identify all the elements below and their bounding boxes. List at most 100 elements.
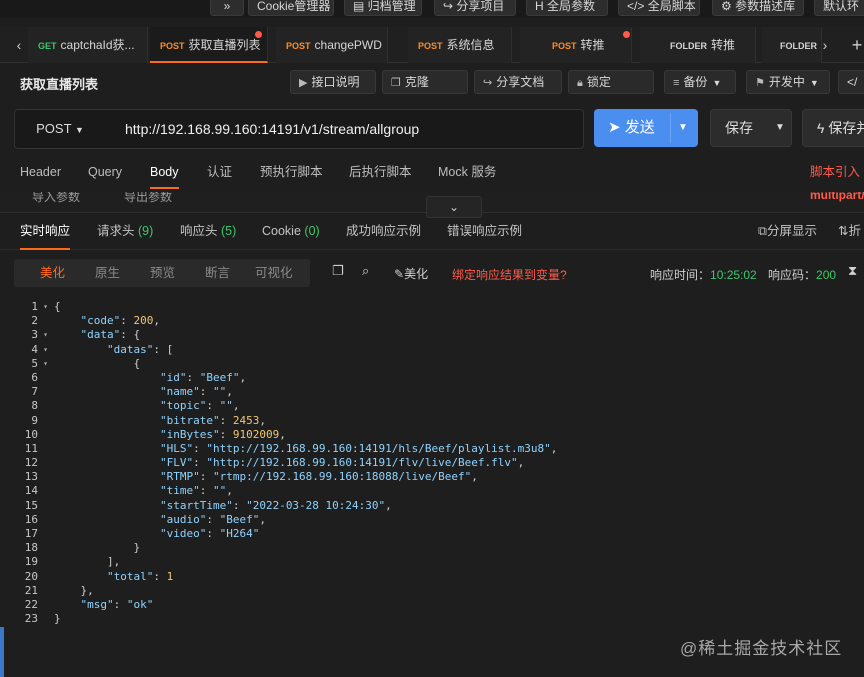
content-type[interactable]: multipart/ bbox=[810, 192, 864, 202]
method-select[interactable]: POST ▼ bbox=[15, 110, 105, 148]
share-icon: ↪ bbox=[483, 77, 493, 89]
beautify-button[interactable]: ✎美化 bbox=[394, 265, 428, 282]
caret-down-icon[interactable]: ▼ bbox=[775, 110, 785, 146]
tab-system-info[interactable]: POST 系统信息 bbox=[408, 27, 512, 63]
left-edge-indicator bbox=[0, 627, 4, 677]
lock-icon: 🔒︎ bbox=[577, 77, 583, 89]
fold-button[interactable]: ⇅折 bbox=[838, 213, 861, 250]
global-params-button[interactable]: H 全局参数 bbox=[526, 0, 608, 16]
share-icon: ↪ bbox=[443, 0, 457, 13]
tab-folder-repush[interactable]: FOLDER 转推 bbox=[640, 27, 756, 63]
add-tab-icon[interactable]: + bbox=[846, 27, 864, 63]
watermark: @稀土掘金技术社区 bbox=[680, 639, 843, 658]
code-gen-button[interactable]: </ bbox=[838, 70, 864, 94]
status-select[interactable]: ⚑ 开发中 ▼ bbox=[746, 70, 830, 94]
caret-down-icon: ▼ bbox=[74, 125, 84, 135]
top-toolbar: » Cookie管理器 ▤ 归档管理 ↪ 分享项目 H 全局参数 </> 全局脚… bbox=[0, 0, 864, 18]
tab-changepwd[interactable]: POST changePWD bbox=[276, 27, 388, 63]
database-icon: ≡ bbox=[673, 77, 680, 89]
mode-preview[interactable]: 预览 bbox=[150, 259, 175, 287]
bind-var-link[interactable]: 绑定响应结果到变量? bbox=[452, 266, 567, 283]
wand-icon: ✎ bbox=[394, 267, 405, 281]
code-lines: { "code": 200, "data": { "datas": [ { "i… bbox=[54, 300, 558, 626]
expand-button[interactable]: » bbox=[210, 0, 244, 16]
tab-pre-script[interactable]: 预执行脚本 bbox=[260, 155, 323, 189]
view-mode-group: 美化 原生 预览 断言 可视化 bbox=[14, 259, 310, 287]
mode-assert[interactable]: 断言 bbox=[205, 259, 230, 287]
tab-error-example[interactable]: 错误响应示例 bbox=[447, 213, 522, 250]
code-icon: </ bbox=[847, 75, 858, 89]
mode-beautify[interactable]: 美化 bbox=[40, 259, 65, 287]
split-icon: ⧉ bbox=[758, 224, 767, 238]
request-sub-tabs: Header Query Body 认证 预执行脚本 后执行脚本 Mock 服务… bbox=[0, 155, 864, 189]
response-time: 响应时间：10:25:02 bbox=[650, 268, 757, 282]
collapse-handle[interactable]: ⌄ bbox=[426, 196, 482, 218]
send-button[interactable]: ➤ 发送 ▼ bbox=[594, 109, 698, 147]
api-doc-button[interactable]: ▶ 接口说明 bbox=[290, 70, 376, 94]
tab-response-headers[interactable]: 响应头 (5) bbox=[180, 213, 236, 250]
chevron-left-icon[interactable]: ‹ bbox=[8, 27, 30, 63]
tab-cookie[interactable]: Cookie (0) bbox=[262, 213, 320, 250]
caret-down-icon: ▼ bbox=[712, 78, 722, 88]
tab-folder[interactable]: FOLDER bbox=[762, 27, 822, 63]
lock-button[interactable]: 🔒︎ 锁定 bbox=[568, 70, 654, 94]
unsaved-dot bbox=[623, 31, 630, 38]
param-desc-button[interactable]: ⚙ 参数描述库 bbox=[712, 0, 804, 16]
backup-button[interactable]: ≡ 备份 ▼ bbox=[664, 70, 736, 94]
send-icon: ➤ bbox=[608, 119, 625, 136]
copy-icon[interactable]: ❐ bbox=[332, 263, 344, 279]
import-params[interactable]: 导入参数 bbox=[32, 192, 80, 205]
code-icon: </> bbox=[627, 0, 648, 13]
split-view-button[interactable]: ⧉分屏显示 bbox=[758, 213, 817, 250]
script-import-link[interactable]: 脚本引入 bbox=[810, 155, 860, 189]
save-button[interactable]: 保存 ▼ bbox=[710, 109, 792, 147]
mode-raw[interactable]: 原生 bbox=[95, 259, 120, 287]
clone-button[interactable]: ❐ 克隆 bbox=[382, 70, 468, 94]
fold-icon: ⇅ bbox=[838, 224, 849, 238]
save-and-button[interactable]: ϟ 保存并 bbox=[802, 109, 864, 147]
export-params[interactable]: 导出参数 bbox=[124, 192, 172, 205]
tab-body[interactable]: Body bbox=[150, 155, 179, 189]
tab-mock[interactable]: Mock 服务 bbox=[438, 155, 496, 189]
response-body[interactable]: 1 ▾ 2 3 ▾ 4 ▾ 5 ▾ 6 7 8 9 10 11 12 13 14 15 … bbox=[0, 300, 864, 677]
cookie-manager-button[interactable]: Cookie管理器 bbox=[248, 0, 334, 16]
tab-query[interactable]: Query bbox=[88, 155, 122, 189]
page-title: 获取直播列表 bbox=[20, 77, 99, 92]
response-code: 响应码：200 bbox=[768, 268, 837, 282]
tab-success-example[interactable]: 成功响应示例 bbox=[346, 213, 421, 250]
archive-icon: ▤ bbox=[353, 0, 368, 13]
copy-icon: ❐ bbox=[391, 77, 401, 89]
global-script-button[interactable]: </> 全局脚本 bbox=[618, 0, 700, 16]
tab-auth[interactable]: 认证 bbox=[207, 155, 232, 189]
tab-post-script[interactable]: 后执行脚本 bbox=[349, 155, 412, 189]
divider bbox=[670, 113, 671, 143]
unsaved-dot bbox=[255, 31, 262, 38]
mode-visualize[interactable]: 可视化 bbox=[255, 259, 293, 287]
tab-repush[interactable]: POST 转推 bbox=[520, 27, 632, 63]
play-icon: ▶ bbox=[299, 77, 308, 89]
chevron-right-icon[interactable]: › bbox=[814, 27, 836, 63]
share-project-button[interactable]: ↪ 分享项目 bbox=[434, 0, 516, 16]
flag-icon: ⚑ bbox=[755, 77, 765, 89]
tab-captchaid[interactable]: GET captchaId获... bbox=[28, 27, 148, 63]
tab-live-list[interactable]: POST 获取直播列表 bbox=[150, 27, 268, 63]
search-icon[interactable]: ⌕ bbox=[362, 263, 369, 279]
line-gutter: 1 ▾ 2 3 ▾ 4 ▾ 5 ▾ 6 7 8 9 10 11 12 13 14 15 … bbox=[24, 300, 48, 626]
h-icon: H bbox=[535, 0, 547, 13]
url-bar: POST ▼ http://192.168.99.160:14191/v1/st… bbox=[14, 109, 584, 149]
caret-down-icon: ▼ bbox=[809, 78, 819, 88]
gear-icon: ⚙ bbox=[721, 0, 736, 13]
tab-request-headers[interactable]: 请求头 (9) bbox=[97, 213, 153, 250]
tab-header[interactable]: Header bbox=[20, 155, 61, 189]
action-row: 获取直播列表 ▶ 接口说明 ❐ 克隆 ↪ 分享文档 🔒︎ 锁定 ≡ 备份 ▼ ⚑ 开发中 ▼ <… bbox=[0, 64, 864, 100]
request-tabs: ‹ GET captchaId获... POST 获取直播列表 POST change… bbox=[0, 27, 864, 63]
url-input[interactable]: http://192.168.99.160:14191/v1/stream/al… bbox=[125, 110, 419, 148]
share-doc-button[interactable]: ↪ 分享文档 bbox=[474, 70, 562, 94]
tab-live-response[interactable]: 实时响应 bbox=[20, 213, 71, 250]
caret-down-icon[interactable]: ▼ bbox=[678, 109, 688, 147]
bolt-icon: ϟ bbox=[817, 120, 829, 136]
env-select[interactable]: 默认环 bbox=[814, 0, 864, 16]
archive-button[interactable]: ▤ 归档管理 bbox=[344, 0, 422, 16]
hourglass-icon[interactable]: ⧗ bbox=[848, 263, 857, 279]
chevron-down-icon: ⌄ bbox=[448, 200, 460, 214]
